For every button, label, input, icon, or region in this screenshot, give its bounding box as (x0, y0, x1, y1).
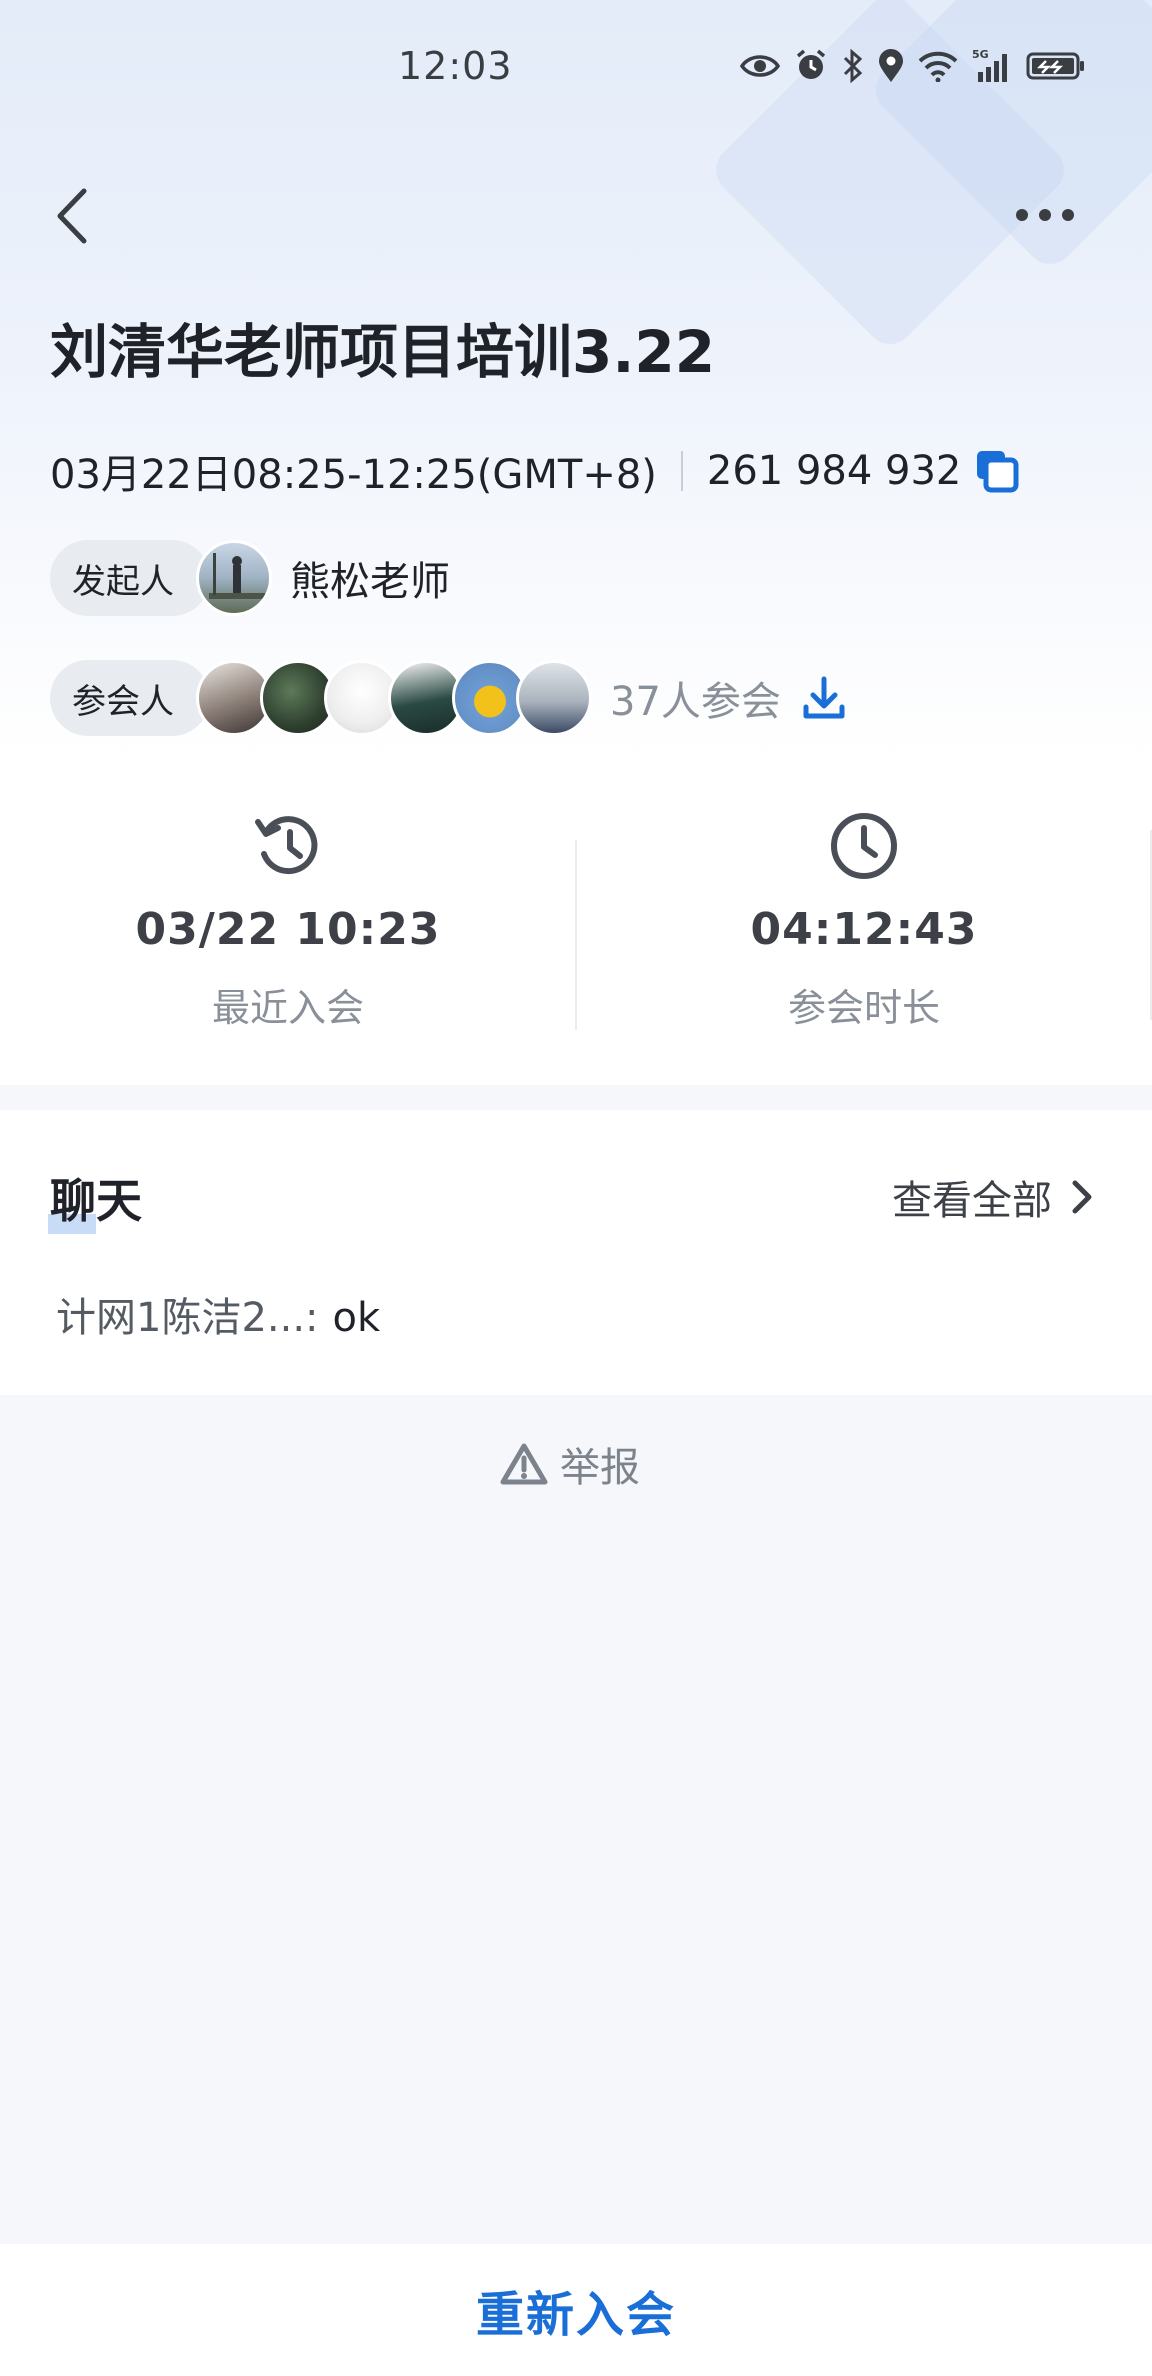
more-options-button[interactable] (1010, 195, 1080, 235)
status-icons: 5G (740, 48, 1086, 84)
status-bar: 12:03 5G (0, 0, 1152, 135)
meeting-detail-page: 12:03 5G 刘清华老师项目培训3.22 03月22日08:25-12:25… (0, 0, 1152, 2376)
participant-avatar (516, 660, 592, 736)
attendance-stats: 03/22 10:23 最近入会 04:12:43 参会时长 (0, 760, 1152, 1085)
download-participants-button[interactable] (801, 675, 847, 721)
back-button[interactable] (50, 185, 100, 247)
more-dots-icon (1016, 209, 1074, 221)
duration-label: 参会时长 (787, 986, 940, 1030)
last-chat-message[interactable]: 计网1陈洁2...: ok (56, 1285, 380, 1343)
wifi-icon (918, 51, 958, 82)
person-silhouette-icon (209, 553, 265, 599)
battery-icon (1026, 52, 1084, 80)
meeting-time-range: 03月22日08:25-12:25(GMT+8) (50, 452, 657, 498)
copy-meeting-id-button[interactable] (973, 447, 1021, 495)
participants-row[interactable]: 参会人 37人参会 (50, 660, 847, 736)
warning-icon (500, 1443, 548, 1485)
organizer-avatar[interactable] (196, 540, 272, 616)
chevron-right-icon (1072, 1180, 1092, 1214)
report-label: 举报 (560, 1445, 640, 1491)
rejoin-meeting-button[interactable]: 重新入会 (476, 2275, 676, 2345)
report-button[interactable]: 举报 (500, 1435, 640, 1493)
chevron-left-icon (57, 188, 87, 244)
view-all-chat-button[interactable]: 查看全部 (892, 1168, 1094, 1226)
download-icon (803, 676, 845, 719)
bluetooth-icon (843, 49, 863, 83)
organizer-name: 熊松老师 (290, 559, 450, 605)
organizer-label: 发起人 (72, 561, 174, 602)
chat-section: 聊天 查看全部 计网1陈洁2...: ok (0, 1110, 1152, 1395)
participants-label: 参会人 (72, 681, 174, 722)
location-icon (879, 49, 903, 82)
chat-title: 聊天 (50, 1174, 142, 1228)
history-icon (255, 816, 318, 875)
meeting-id: 261 984 932 (706, 448, 962, 494)
chat-text: ok (332, 1295, 381, 1341)
organizer-row: 发起人 熊松老师 (50, 540, 450, 616)
recent-join-stat: 03/22 10:23 最近入会 (0, 810, 576, 1032)
signal-icon: 5G (972, 48, 1007, 82)
alarm-icon (796, 49, 826, 79)
meeting-title: 刘清华老师项目培训3.22 (50, 318, 716, 386)
copy-icon (977, 451, 1019, 493)
status-time: 12:03 (398, 44, 513, 88)
duration-stat: 04:12:43 参会时长 (576, 810, 1152, 1032)
organizer-chip: 发起人 (50, 540, 210, 616)
recent-join-value: 03/22 10:23 (135, 904, 441, 955)
participant-count: 37人参会 (610, 679, 781, 725)
duration-value: 04:12:43 (750, 904, 978, 955)
eye-icon (740, 55, 780, 77)
view-all-label: 查看全部 (892, 1178, 1052, 1224)
participants-chip: 参会人 (50, 660, 210, 736)
participant-avatars (196, 660, 592, 736)
meta-divider (680, 451, 683, 491)
chat-sender: 计网1陈洁2...: (56, 1295, 319, 1341)
network-label: 5G (972, 48, 989, 61)
recent-join-label: 最近入会 (211, 986, 364, 1030)
meeting-meta-row: 03月22日08:25-12:25(GMT+8) 261 984 932 (50, 442, 1021, 500)
clock-icon (831, 813, 897, 879)
bottom-action-bar: 重新入会 (0, 2244, 1152, 2376)
